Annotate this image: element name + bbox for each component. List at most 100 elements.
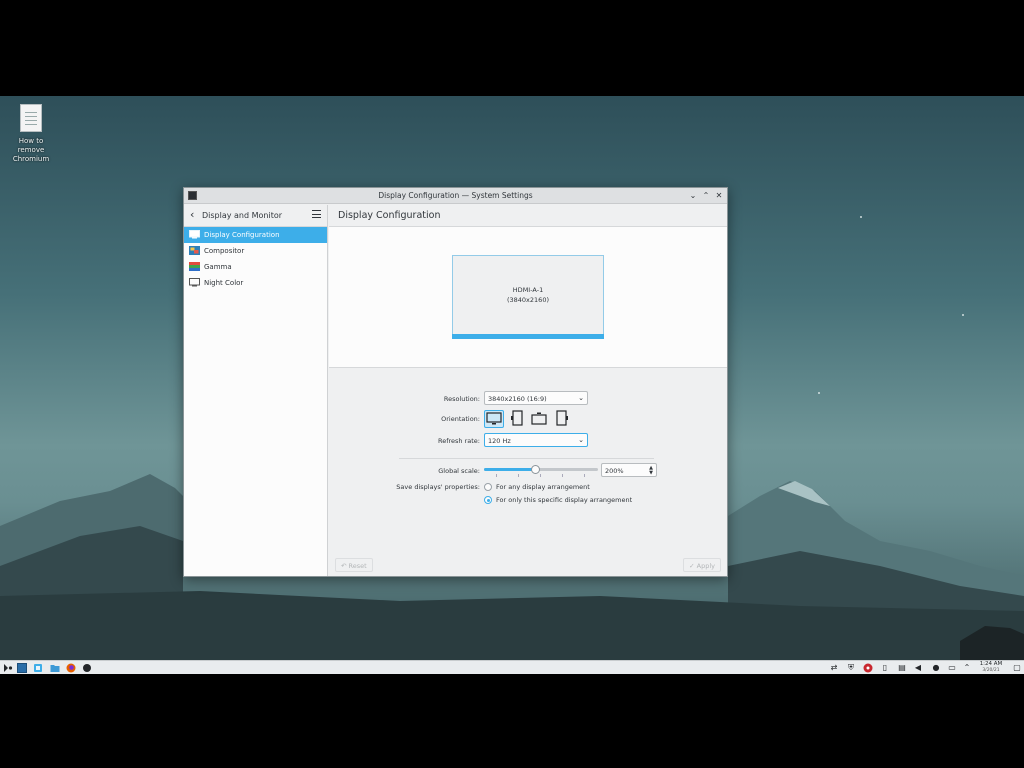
notes-icon[interactable]: ▤ xyxy=(897,663,907,673)
save-properties-label: Save displays' properties: xyxy=(396,483,480,491)
resolution-label: Resolution: xyxy=(443,395,480,403)
landscape-monitor-icon xyxy=(486,412,502,425)
file-manager-icon[interactable] xyxy=(50,663,60,673)
terminal-icon[interactable] xyxy=(82,663,92,673)
clock-date: 3/20/21 xyxy=(982,668,1000,673)
night-color-icon xyxy=(189,278,200,287)
slider-tick xyxy=(584,474,585,477)
slider-fill xyxy=(484,468,535,471)
spin-down-icon[interactable]: ▼ xyxy=(649,471,653,476)
display-preview-area: HDMI-A-1 (3840x2160) xyxy=(329,227,727,368)
radio-specific-arrangement[interactable] xyxy=(484,496,492,504)
slider-tick xyxy=(540,474,541,477)
system-settings-window: Display Configuration — System Settings … xyxy=(183,187,728,577)
sidebar: ‹ Display and Monitor Display Configurat… xyxy=(184,205,328,576)
resolution-value: 3840x2160 (16:9) xyxy=(488,395,547,403)
star xyxy=(860,216,862,218)
show-desktop-icon[interactable]: ▢ xyxy=(1012,663,1022,673)
slider-handle[interactable] xyxy=(531,465,540,474)
page-title: Display Configuration xyxy=(338,210,441,221)
gamma-icon xyxy=(189,262,200,271)
microphone-icon[interactable]: ● xyxy=(931,663,941,673)
sidebar-title: Display and Monitor xyxy=(202,211,283,220)
window-titlebar[interactable]: Display Configuration — System Settings … xyxy=(184,188,727,204)
orientation-landscape-button[interactable] xyxy=(484,410,504,428)
orientation-flipped-button[interactable] xyxy=(530,410,550,428)
sidebar-item-label: Compositor xyxy=(204,247,245,255)
chevron-down-icon: ⌄ xyxy=(578,436,584,444)
application-launcher-icon[interactable] xyxy=(3,663,13,673)
refresh-rate-value: 120 Hz xyxy=(488,437,511,445)
close-button[interactable]: ✕ xyxy=(713,189,725,202)
window-title: Display Configuration — System Settings xyxy=(378,191,533,200)
flipped-monitor-icon xyxy=(531,412,547,425)
hamburger-menu-icon[interactable] xyxy=(312,210,321,218)
back-arrow-icon[interactable]: ‹ xyxy=(190,209,194,221)
slider-tick xyxy=(518,474,519,477)
screen: How to remove Chromium Display Configura… xyxy=(0,0,1024,768)
sidebar-item-label: Gamma xyxy=(204,263,232,271)
apply-button[interactable]: ✓ Apply xyxy=(683,558,721,572)
global-scale-spinbox[interactable]: 200% ▲ ▼ xyxy=(601,463,657,477)
reset-button[interactable]: ↶ Reset xyxy=(335,558,373,572)
apply-button-label: Apply xyxy=(696,562,715,570)
reset-icon: ↶ xyxy=(341,562,349,570)
maximize-button[interactable]: ⌃ xyxy=(700,189,712,202)
orientation-portrait-left-button[interactable] xyxy=(508,410,528,428)
reset-button-label: Reset xyxy=(348,562,367,570)
sidebar-item-night-color[interactable]: Night Color xyxy=(184,275,327,291)
digital-clock[interactable]: 1:24 AM 3/20/21 xyxy=(976,661,1006,674)
radio-specific-arrangement-label: For only this specific display arrangeme… xyxy=(496,496,633,504)
monitor-name: HDMI-A-1 xyxy=(512,286,544,294)
compositor-icon xyxy=(189,246,200,255)
clipboard-icon[interactable]: ⇄ xyxy=(829,663,839,673)
desktop-file-label: How to remove Chromium xyxy=(12,137,50,163)
form-divider xyxy=(399,458,654,459)
monitor-resolution: (3840x2160) xyxy=(506,296,549,304)
global-scale-label: Global scale: xyxy=(438,467,480,475)
expand-tray-chevron-icon[interactable]: ⌃ xyxy=(962,663,972,673)
desktop-file-icon[interactable]: How to remove Chromium xyxy=(6,104,56,164)
update-notifier-icon[interactable] xyxy=(863,663,873,673)
monitor-output-hdmi[interactable]: HDMI-A-1 (3840x2160) xyxy=(452,255,604,339)
clock-time: 1:24 AM xyxy=(979,661,1003,667)
kde-connect-icon[interactable]: ▯ xyxy=(880,663,890,673)
global-scale-value: 200% xyxy=(605,467,624,475)
radio-any-arrangement[interactable] xyxy=(484,483,492,491)
orientation-portrait-right-button[interactable] xyxy=(553,410,573,428)
document-icon xyxy=(20,104,42,132)
portrait-left-icon xyxy=(511,410,523,426)
display-tray-icon[interactable]: ▭ xyxy=(947,663,957,673)
refresh-rate-dropdown[interactable]: 120 Hz ⌄ xyxy=(484,433,588,447)
taskbar: ⇄ ⛨ ▯ ▤ ◀ ● ▭ ⌃ 1:24 AM 3/20/21 ▢ xyxy=(0,660,1024,674)
monitor-selected-bar xyxy=(452,334,604,339)
portrait-right-icon xyxy=(556,410,568,426)
star xyxy=(962,314,964,316)
radio-any-arrangement-label: For any display arrangement xyxy=(496,483,590,491)
sidebar-item-gamma[interactable]: Gamma xyxy=(184,259,327,275)
system-settings-task-icon[interactable] xyxy=(33,663,43,673)
monitor-icon xyxy=(189,230,200,239)
slider-tick xyxy=(496,474,497,477)
apply-check-icon: ✓ xyxy=(689,562,697,570)
minimize-button[interactable]: ⌄ xyxy=(687,189,699,202)
firefox-icon[interactable] xyxy=(66,663,76,673)
sidebar-item-label: Display Configuration xyxy=(204,231,280,239)
content-header: Display Configuration xyxy=(329,205,727,227)
pager-icon[interactable] xyxy=(17,663,27,673)
orientation-label: Orientation: xyxy=(441,415,480,423)
shield-icon[interactable]: ⛨ xyxy=(846,663,856,673)
orientation-buttons xyxy=(484,410,576,428)
main-content: Display Configuration HDMI-A-1 (3840x216… xyxy=(329,205,727,576)
refresh-rate-label: Refresh rate: xyxy=(437,437,480,445)
volume-icon[interactable]: ◀ xyxy=(913,663,923,673)
star xyxy=(818,392,820,394)
slider-tick xyxy=(562,474,563,477)
sidebar-item-display-configuration[interactable]: Display Configuration xyxy=(184,227,327,243)
chevron-down-icon: ⌄ xyxy=(578,394,584,402)
sidebar-header: ‹ Display and Monitor xyxy=(184,205,327,227)
global-scale-slider[interactable] xyxy=(484,463,598,477)
resolution-dropdown[interactable]: 3840x2160 (16:9) ⌄ xyxy=(484,391,588,405)
sidebar-item-compositor[interactable]: Compositor xyxy=(184,243,327,259)
sidebar-item-label: Night Color xyxy=(204,279,244,287)
